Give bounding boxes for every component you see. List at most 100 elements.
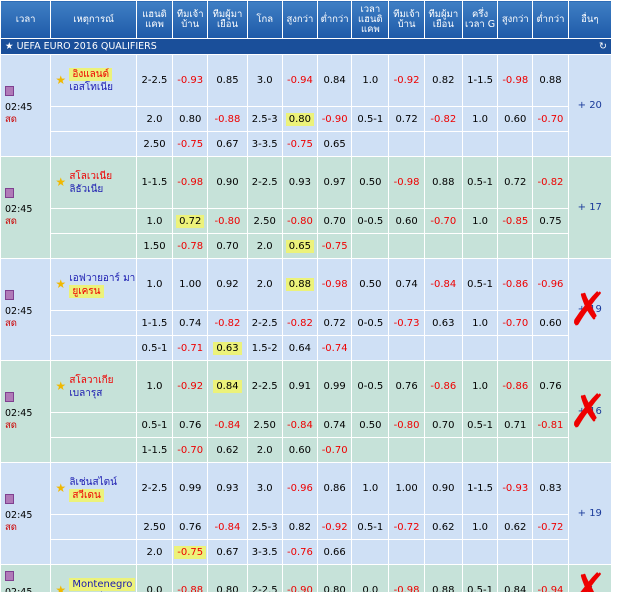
odds-cell[interactable]: 0.72 [317,310,353,336]
odds-cell[interactable]: -0.70 [532,106,569,132]
odds-cell[interactable]: 0.72 [497,156,534,209]
more-bets-cell[interactable]: + 19 ✗ [567,258,612,361]
odds-cell[interactable]: 0.84 [317,54,353,107]
odds-cell[interactable]: -0.82 [532,156,569,209]
home-team[interactable]: ลิเช่นสไตน์ [69,476,135,489]
odds-cell[interactable]: -0.92 [388,54,425,107]
odds-cell[interactable]: -0.75 [281,131,319,157]
odds-cell[interactable]: -0.73 [388,310,425,336]
odds-cell[interactable]: -0.96 [532,258,569,311]
odds-cell[interactable]: -0.75 [172,131,209,157]
odds-cell[interactable]: 0.97 [317,156,353,209]
away-team[interactable]: เบลารุส [69,387,135,400]
odds-cell[interactable]: 0.60 [388,208,425,234]
odds-cell[interactable]: 0.72 [172,208,209,234]
odds-cell[interactable]: 0.72 [388,106,425,132]
odds-cell[interactable]: -0.82 [207,310,248,336]
odds-cell[interactable]: 0.74 [172,310,209,336]
odds-cell[interactable]: 0.85 [207,54,248,107]
odds-cell[interactable]: -0.70 [172,437,209,463]
odds-cell[interactable]: 0.88 [423,564,463,592]
tv-icon[interactable] [5,187,14,198]
odds-cell[interactable]: -0.80 [207,208,248,234]
odds-cell[interactable]: 0.64 [281,335,319,361]
odds-cell[interactable]: -0.71 [172,335,209,361]
odds-cell[interactable]: 0.63 [207,335,248,361]
more-bets-link[interactable]: + 19 [578,508,602,519]
odds-cell[interactable]: 0.91 [281,360,319,413]
tv-icon[interactable] [5,391,14,402]
home-team[interactable]: เอฟวายอาร์ มาเซโดเนีย [69,272,135,285]
odds-cell[interactable]: 0.90 [207,156,248,209]
favorite-star-icon[interactable]: ★ [55,583,66,592]
odds-cell[interactable]: 0.90 [423,462,463,515]
more-bets-cell[interactable]: + 17 [567,156,612,259]
more-bets-link[interactable]: + 20 [578,100,602,111]
away-team[interactable]: ลิธัวเนีย [69,183,135,196]
odds-cell[interactable]: -0.75 [172,539,209,565]
odds-cell[interactable]: -0.70 [317,437,353,463]
odds-cell[interactable]: -0.98 [497,54,534,107]
odds-cell[interactable]: 0.76 [388,360,425,413]
odds-cell[interactable]: -0.82 [281,310,319,336]
odds-cell[interactable]: -0.98 [388,564,425,592]
odds-cell[interactable]: 0.88 [281,258,319,311]
odds-cell[interactable]: 0.70 [207,233,248,259]
odds-cell[interactable]: 0.63 [423,310,463,336]
odds-cell[interactable]: -0.98 [388,156,425,209]
odds-cell[interactable]: 0.75 [532,208,569,234]
away-team[interactable]: สวีเดน [72,490,100,501]
odds-cell[interactable]: 0.66 [317,539,353,565]
odds-cell[interactable]: 0.84 [497,564,534,592]
more-bets-cell[interactable]: + 16 ✗ [567,360,612,463]
odds-cell[interactable]: 0.99 [172,462,209,515]
odds-cell[interactable]: 0.93 [281,156,319,209]
odds-cell[interactable]: -0.92 [317,514,353,540]
odds-cell[interactable]: 0.70 [317,208,353,234]
odds-cell[interactable]: 0.74 [317,412,353,438]
odds-cell[interactable]: 0.76 [172,514,209,540]
odds-cell[interactable]: -0.94 [532,564,569,592]
odds-cell[interactable]: 0.74 [388,258,425,311]
odds-cell[interactable]: -0.80 [281,208,319,234]
more-bets-cell[interactable]: + 20 [567,54,612,157]
odds-cell[interactable]: -0.70 [497,310,534,336]
odds-cell[interactable]: 0.62 [497,514,534,540]
odds-cell[interactable]: 0.71 [497,412,534,438]
odds-cell[interactable]: -0.84 [281,412,319,438]
odds-cell[interactable]: 0.80 [172,106,209,132]
odds-cell[interactable]: 0.82 [423,54,463,107]
odds-cell[interactable]: -0.93 [172,54,209,107]
odds-cell[interactable]: -0.86 [497,360,534,413]
odds-cell[interactable]: 1.00 [388,462,425,515]
odds-cell[interactable]: -0.86 [423,360,463,413]
odds-cell[interactable]: 0.60 [497,106,534,132]
odds-cell[interactable]: -0.98 [172,156,209,209]
odds-cell[interactable]: 0.67 [207,539,248,565]
odds-cell[interactable]: 0.76 [532,360,569,413]
odds-cell[interactable]: 0.65 [281,233,319,259]
odds-cell[interactable]: -0.75 [317,233,353,259]
favorite-star-icon[interactable]: ★ [55,481,66,495]
odds-cell[interactable]: 0.86 [317,462,353,515]
odds-cell[interactable]: 0.80 [207,564,248,592]
favorite-star-icon[interactable]: ★ [55,73,66,87]
odds-cell[interactable]: 0.83 [532,462,569,515]
odds-cell[interactable]: -0.72 [532,514,569,540]
odds-cell[interactable]: -0.76 [281,539,319,565]
odds-cell[interactable]: -0.88 [207,106,248,132]
odds-cell[interactable]: 0.76 [172,412,209,438]
league-row[interactable]: ★ UEFA EURO 2016 QUALIFIERS ↻ [0,38,612,55]
odds-cell[interactable]: -0.86 [497,258,534,311]
more-bets-link[interactable]: + 17 [578,202,602,213]
odds-cell[interactable]: -0.92 [172,360,209,413]
odds-cell[interactable]: -0.84 [423,258,463,311]
favorite-star-icon[interactable]: ★ [55,277,66,291]
odds-cell[interactable]: 0.60 [532,310,569,336]
odds-cell[interactable]: -0.90 [281,564,319,592]
odds-cell[interactable]: -0.74 [317,335,353,361]
more-bets-cell[interactable]: 7 ✗ [567,564,612,592]
home-team[interactable]: อิงแลนด์ [72,69,109,80]
odds-cell[interactable]: -0.90 [317,106,353,132]
odds-cell[interactable]: 0.93 [207,462,248,515]
